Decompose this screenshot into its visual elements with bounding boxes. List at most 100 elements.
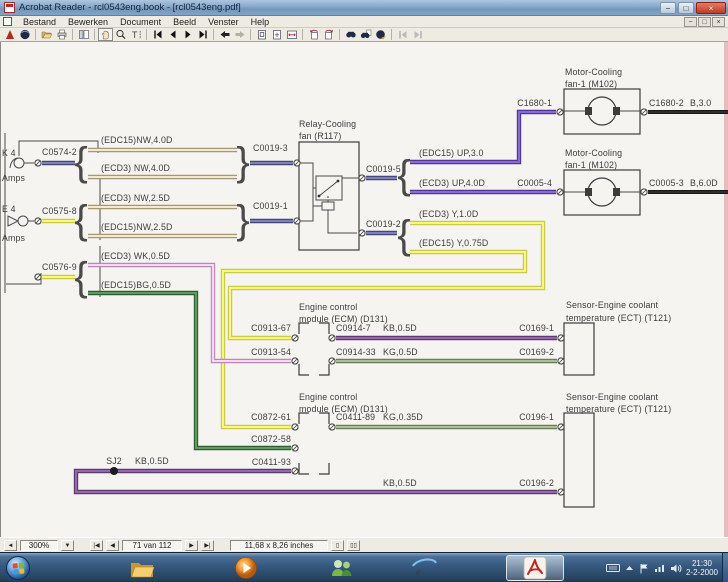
menu-bewerken[interactable]: Bewerken xyxy=(62,17,114,27)
network-icon[interactable] xyxy=(654,563,665,573)
last-page-button[interactable]: ▶| xyxy=(201,540,214,551)
wire-bg05 xyxy=(88,293,291,448)
fit-width-icon[interactable] xyxy=(284,28,299,41)
title-bar[interactable]: Acrobat Reader - rcl0543eng.book - [rcl0… xyxy=(0,0,728,16)
wire-kb05-lower-outline xyxy=(76,471,557,492)
zoom-level[interactable]: 300% xyxy=(20,540,58,551)
pdf-page-canvas[interactable]: { } { } { { { xyxy=(0,42,728,537)
toolbar-separator xyxy=(72,29,73,40)
pdf-document-icon[interactable] xyxy=(3,17,12,26)
search-icon[interactable] xyxy=(358,28,373,41)
menu-help[interactable]: Help xyxy=(245,17,276,27)
hand-tool-icon[interactable] xyxy=(98,28,113,41)
svg-text:temperature (ECT) (T121): temperature (ECT) (T121) xyxy=(566,404,671,414)
svg-text:C0169-1: C0169-1 xyxy=(519,323,554,333)
svg-text:(EDC15)NW,4.0D: (EDC15)NW,4.0D xyxy=(101,135,173,145)
clock-time: 21:30 xyxy=(686,559,718,568)
next-page-icon[interactable] xyxy=(180,28,195,41)
menu-bestand[interactable]: Bestand xyxy=(17,17,62,27)
svg-text:}: } xyxy=(236,198,249,242)
svg-text:Amps: Amps xyxy=(2,233,26,243)
wire-kb05-lower xyxy=(76,471,557,492)
window-title: Acrobat Reader - rcl0543eng.book - [rcl0… xyxy=(19,2,658,13)
menu-venster[interactable]: Venster xyxy=(202,17,245,27)
taskbar-internet-explorer-button[interactable]: e xyxy=(404,555,444,581)
next-page-button[interactable]: ▶ xyxy=(185,540,198,551)
search-web-icon[interactable] xyxy=(373,28,388,41)
svg-text:(ECD3) NW,2.5D: (ECD3) NW,2.5D xyxy=(101,193,170,203)
svg-text:C0872-61: C0872-61 xyxy=(251,412,291,422)
last-page-icon[interactable] xyxy=(195,28,210,41)
sj2-splice-dot xyxy=(110,467,118,475)
svg-text:(EDC15)NW,2.5D: (EDC15)NW,2.5D xyxy=(101,222,173,232)
keyboard-tray-icon[interactable] xyxy=(606,563,620,573)
close-button[interactable]: × xyxy=(696,2,726,14)
mdi-minimize-button[interactable]: − xyxy=(684,17,697,27)
internet-explorer-icon: e xyxy=(410,556,438,580)
svg-text:KB,0.5D: KB,0.5D xyxy=(383,478,417,488)
next-view-icon[interactable] xyxy=(232,28,247,41)
start-button[interactable] xyxy=(6,556,30,580)
text-select-icon[interactable]: T xyxy=(128,28,143,41)
mdi-restore-button[interactable]: □ xyxy=(698,17,711,27)
svg-text:}: } xyxy=(236,140,249,184)
svg-text:T: T xyxy=(132,30,138,40)
rotate-right-icon[interactable] xyxy=(321,28,336,41)
print-icon[interactable] xyxy=(54,28,69,41)
svg-text:C0914-33: C0914-33 xyxy=(336,347,376,357)
menu-beeld[interactable]: Beeld xyxy=(167,17,202,27)
acrobat-globe-icon[interactable] xyxy=(17,28,32,41)
thumbnails-icon[interactable] xyxy=(76,28,91,41)
volume-icon[interactable] xyxy=(670,563,682,574)
menu-document[interactable]: Document xyxy=(114,17,167,27)
find-icon[interactable] xyxy=(343,28,358,41)
nav-pane-toggle-button[interactable]: ◄ xyxy=(4,540,17,551)
taskbar-clock[interactable]: 21:30 2-2-2000 xyxy=(686,553,718,582)
acrobat-logo-icon[interactable] xyxy=(2,28,17,41)
taskbar-adobe-reader-button[interactable] xyxy=(506,555,564,581)
minimize-button[interactable]: − xyxy=(660,2,676,14)
ect1-box xyxy=(564,323,594,375)
show-desktop-button[interactable] xyxy=(722,553,728,582)
first-page-icon[interactable] xyxy=(150,28,165,41)
svg-text:KG,0.35D: KG,0.35D xyxy=(383,412,423,422)
maximize-button[interactable]: □ xyxy=(678,2,694,14)
first-page-button[interactable]: |◀ xyxy=(90,540,103,551)
prev-page-button[interactable]: ◀ xyxy=(106,540,119,551)
svg-text:KB,0.5D: KB,0.5D xyxy=(383,323,417,333)
toolbar-separator xyxy=(213,29,214,40)
messenger-icon xyxy=(329,556,355,580)
prev-view-icon[interactable] xyxy=(217,28,232,41)
motor-fan2-box xyxy=(564,170,640,215)
svg-text:C0575-8: C0575-8 xyxy=(42,206,77,216)
page-indicator[interactable]: 71 van 112 xyxy=(122,540,182,551)
svg-text:C1680-2: C1680-2 xyxy=(649,98,684,108)
acrobat-app-icon xyxy=(4,2,15,13)
next-highlight-icon[interactable] xyxy=(410,28,425,41)
svg-text:E 4: E 4 xyxy=(2,204,16,214)
taskbar-messenger-button[interactable] xyxy=(322,555,362,581)
open-icon[interactable] xyxy=(39,28,54,41)
svg-text:C0169-2: C0169-2 xyxy=(519,347,554,357)
action-center-flag-icon[interactable] xyxy=(639,563,649,574)
rotate-left-icon[interactable] xyxy=(306,28,321,41)
mdi-close-button[interactable]: × xyxy=(712,17,725,27)
ecm1-box xyxy=(299,323,329,375)
taskbar-explorer-button[interactable] xyxy=(122,555,162,581)
prev-highlight-icon[interactable] xyxy=(395,28,410,41)
svg-text:Engine control: Engine control xyxy=(299,302,357,312)
toolbar-separator xyxy=(250,29,251,40)
fit-page-icon[interactable] xyxy=(269,28,284,41)
page-size-indicator: 11,68 x 8,26 inches xyxy=(230,540,328,551)
actual-size-icon[interactable] xyxy=(254,28,269,41)
continuous-layout-button[interactable]: ▯▯ xyxy=(347,540,360,551)
zoom-dropdown-button[interactable]: ▼ xyxy=(61,540,74,551)
prev-page-icon[interactable] xyxy=(165,28,180,41)
taskbar-media-player-button[interactable] xyxy=(226,555,266,581)
svg-text:{: { xyxy=(397,153,410,197)
fuse-symbol xyxy=(8,216,34,226)
zoom-icon[interactable] xyxy=(113,28,128,41)
show-hidden-icons[interactable] xyxy=(625,564,634,572)
svg-text:Amps: Amps xyxy=(2,173,26,183)
single-page-layout-button[interactable]: ▯ xyxy=(331,540,344,551)
